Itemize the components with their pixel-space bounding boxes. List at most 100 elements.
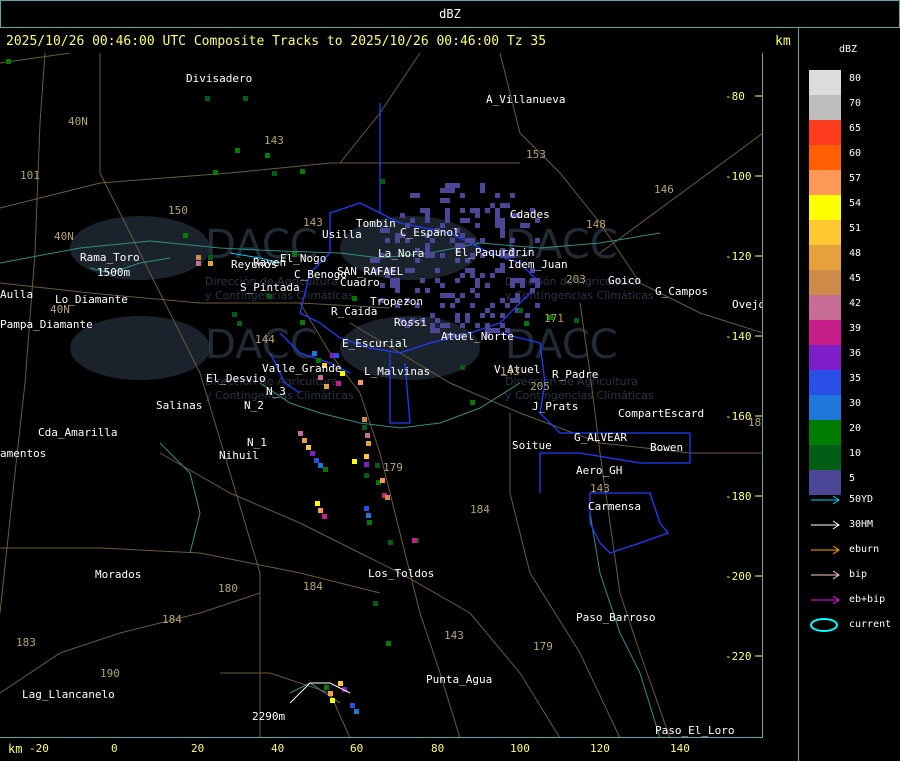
echo-cell bbox=[410, 268, 415, 273]
echo-cell bbox=[352, 296, 357, 301]
radar-map-canvas[interactable]: DACC DACC DACC DACC Dirección de Agricul… bbox=[0, 53, 763, 738]
y-tick-label: -100 bbox=[725, 170, 752, 183]
echo-cell bbox=[410, 218, 415, 223]
echo-cell bbox=[500, 233, 505, 238]
legend-swatch bbox=[809, 195, 841, 220]
echo-cell bbox=[208, 261, 213, 266]
legend-track-label: eburn bbox=[849, 544, 880, 555]
place-label: Aero_GH bbox=[576, 464, 622, 477]
legend-swatch bbox=[809, 395, 841, 420]
echo-cell bbox=[510, 238, 515, 243]
echo-cell bbox=[380, 283, 385, 288]
place-label: Cuadro bbox=[340, 276, 380, 289]
legend-track-label: eb+bip bbox=[849, 594, 886, 605]
echo-cell bbox=[336, 381, 341, 386]
echo-cell bbox=[500, 203, 505, 208]
echo-cell bbox=[535, 283, 540, 288]
legend-label: 45 bbox=[849, 273, 862, 284]
echo-cell bbox=[430, 323, 435, 328]
echo-cell bbox=[395, 283, 400, 288]
y-tick-label: -160 bbox=[725, 410, 752, 423]
radar-map[interactable]: DACC DACC DACC DACC Dirección de Agricul… bbox=[0, 53, 763, 738]
echo-cell bbox=[475, 278, 480, 283]
echo-cell bbox=[310, 451, 315, 456]
place-label: Pampa_Diamante bbox=[0, 318, 93, 331]
echo-cell bbox=[420, 208, 425, 213]
place-label: El_Nogo bbox=[280, 252, 326, 265]
place-label: A_Villanueva bbox=[486, 93, 565, 106]
echo-cell bbox=[373, 601, 378, 606]
place-label: J_Prats bbox=[532, 400, 578, 413]
echo-cell bbox=[490, 273, 495, 278]
route-number-label: 190 bbox=[100, 667, 120, 680]
echo-cell bbox=[183, 233, 188, 238]
echo-cell bbox=[364, 462, 369, 467]
echo-cell bbox=[400, 213, 405, 218]
echo-cell bbox=[465, 318, 470, 323]
echo-cell bbox=[475, 283, 480, 288]
track-arrow-icon bbox=[811, 570, 840, 580]
echo-cell bbox=[334, 353, 339, 358]
legend-swatch bbox=[809, 120, 841, 145]
echo-cell bbox=[450, 303, 455, 308]
echo-cell bbox=[530, 288, 535, 293]
echo-cell bbox=[435, 328, 440, 333]
place-label: Lag_Llancanelo bbox=[22, 688, 115, 701]
echo-cell bbox=[232, 312, 237, 317]
echo-cell bbox=[410, 193, 415, 198]
place-label: N_2 bbox=[244, 399, 264, 412]
legend-label: 30 bbox=[849, 398, 862, 409]
legend-label: 48 bbox=[849, 248, 862, 259]
echo-cell bbox=[306, 445, 311, 450]
echo-cell bbox=[470, 273, 475, 278]
echo-cell bbox=[460, 323, 465, 328]
echo-cell bbox=[395, 288, 400, 293]
echo-cell bbox=[445, 218, 450, 223]
echo-cell bbox=[525, 313, 530, 318]
echo-cell bbox=[490, 303, 495, 308]
route-number-label: 184 bbox=[470, 503, 490, 516]
echo-cell bbox=[515, 293, 520, 298]
legend-label: 57 bbox=[849, 173, 862, 184]
echo-cell bbox=[495, 223, 500, 228]
route-number-label: 101 bbox=[20, 169, 40, 182]
place-label: Divisadero bbox=[186, 72, 252, 85]
echo-cell bbox=[237, 321, 242, 326]
echo-cell bbox=[388, 540, 393, 545]
echo-cell bbox=[425, 213, 430, 218]
y-tick-label: -180 bbox=[725, 490, 752, 503]
echo-cell bbox=[515, 278, 520, 283]
echo-cell bbox=[485, 283, 490, 288]
echo-cell bbox=[318, 375, 323, 380]
echo-cell bbox=[455, 278, 460, 283]
echo-cell bbox=[390, 278, 395, 283]
echo-cell bbox=[425, 288, 430, 293]
echo-cell bbox=[505, 303, 510, 308]
header-text: 2025/10/26 00:46:00 UTC Composite Tracks… bbox=[6, 34, 547, 49]
place-label: Nihuil bbox=[219, 449, 259, 462]
echo-cell bbox=[440, 253, 445, 258]
echo-cell bbox=[465, 218, 470, 223]
legend-swatch bbox=[809, 270, 841, 295]
echo-cell bbox=[475, 293, 480, 298]
echo-cell bbox=[415, 193, 420, 198]
x-tick-label: 120 bbox=[590, 742, 610, 755]
place-label: N_1 bbox=[247, 436, 267, 449]
place-label: E_Escurial bbox=[342, 337, 408, 350]
y-tick-label: -80 bbox=[725, 90, 745, 103]
echo-cell bbox=[314, 458, 319, 463]
route-number-label: 40N bbox=[68, 115, 88, 128]
x-tick-label: 140 bbox=[670, 742, 690, 755]
place-label: CompartEscard bbox=[618, 407, 704, 420]
x-tick-label: 80 bbox=[431, 742, 445, 755]
echo-cell bbox=[485, 308, 490, 313]
echo-cell bbox=[445, 183, 450, 188]
echo-cell bbox=[322, 514, 327, 519]
echo-cell bbox=[510, 283, 515, 288]
echo-cell bbox=[265, 153, 270, 158]
echo-cell bbox=[520, 283, 525, 288]
legend-track-label: 30HM bbox=[849, 519, 874, 530]
echo-cell bbox=[460, 218, 465, 223]
echo-cell bbox=[485, 323, 490, 328]
place-label: Paso_El_Loro bbox=[655, 724, 734, 737]
